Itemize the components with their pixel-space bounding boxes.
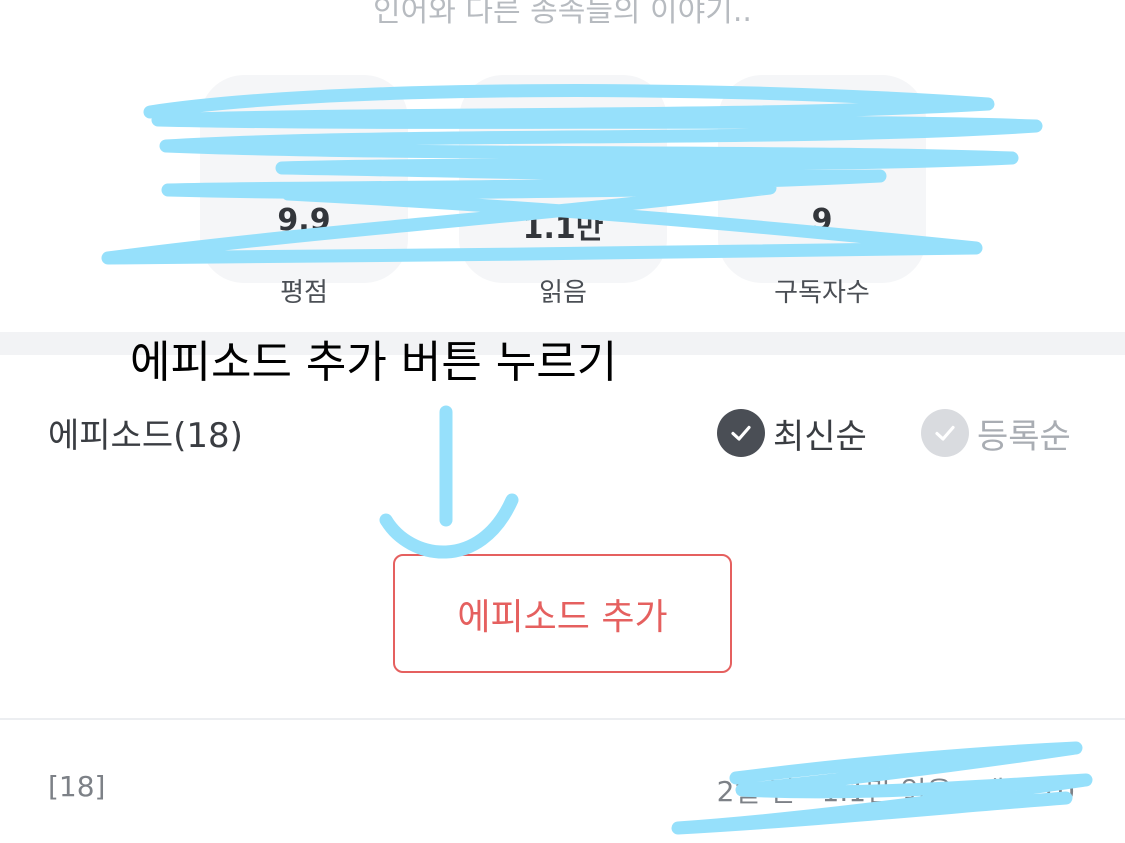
sort-oldest-label: 등록순 [977, 416, 1071, 457]
stat-subscribers-value: 9 [811, 203, 833, 238]
stat-rating-label: 평점 [280, 278, 328, 308]
check-circle-icon [921, 409, 969, 457]
check-circle-icon [717, 409, 765, 457]
list-divider [0, 718, 1125, 720]
annotation-text: 에피소드 추가 버튼 누르기 [130, 337, 618, 388]
stat-rating-value: 9.9 [277, 203, 331, 238]
sort-latest-label: 최신순 [773, 416, 867, 457]
stat-rating: 9.9 평점 [200, 75, 408, 308]
sort-oldest-option[interactable]: 등록순 [921, 408, 1071, 458]
episode-meta: 2일 전 · 1.1만 읽음 · 댓글 10 [716, 775, 1075, 808]
episode-count-title: 에피소드(18) [48, 416, 243, 456]
add-episode-button[interactable]: 에피소드 추가 [393, 554, 732, 673]
stat-views: 1.1만 읽음 [459, 75, 667, 308]
stat-subscribers-label: 구독자수 [774, 278, 870, 308]
stat-subscribers: 9 구독자수 [718, 75, 926, 308]
novel-subtitle: 인어와 다른 종족들의 이야기.. [373, 0, 752, 29]
episode-number: [18] [48, 770, 106, 803]
arrow-curve-icon [379, 493, 519, 559]
stat-views-value: 1.1만 [522, 211, 604, 246]
sort-latest-option[interactable]: 최신순 [717, 408, 867, 458]
stat-views-label: 읽음 [539, 278, 587, 308]
